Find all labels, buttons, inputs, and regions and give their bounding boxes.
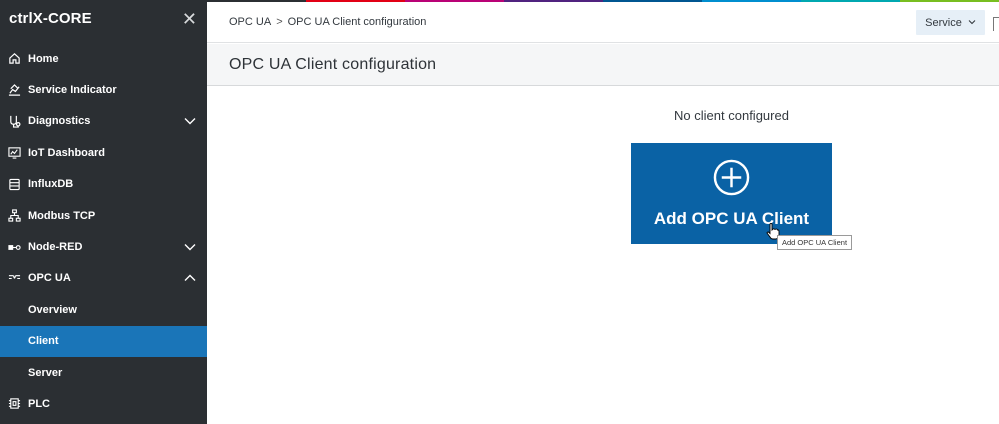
chevron-down-icon[interactable] bbox=[183, 114, 197, 128]
add-button-label: Add OPC UA Client bbox=[653, 209, 810, 228]
sidebar-item-influxdb[interactable]: InfluxDB bbox=[0, 169, 207, 200]
sidebar-item-label: Home bbox=[28, 52, 59, 65]
page-title-bar: OPC UA Client configuration bbox=[207, 44, 999, 86]
breadcrumb-item-opc-ua[interactable]: OPC UA bbox=[229, 16, 271, 28]
app-title: ctrlX-CORE bbox=[9, 10, 92, 27]
chevron-down-icon[interactable] bbox=[183, 240, 197, 254]
home-icon bbox=[7, 52, 21, 66]
diagnostics-icon bbox=[7, 114, 21, 128]
network-icon bbox=[7, 209, 21, 223]
breadcrumb: OPC UA > OPC UA Client configuration bbox=[229, 16, 426, 28]
sidebar-item-node-red[interactable]: Node-RED bbox=[0, 231, 207, 262]
sidebar-item-service-indicator[interactable]: Service Indicator bbox=[0, 74, 207, 105]
sidebar-item-label: Service Indicator bbox=[28, 84, 117, 97]
sidebar-item-home[interactable]: Home bbox=[0, 43, 207, 74]
sidebar-item-label: IoT Dashboard bbox=[28, 146, 106, 159]
sidebar-header: ctrlX-CORE ✕ bbox=[0, 0, 207, 37]
top-bar: OPC UA > OPC UA Client configuration Ser… bbox=[207, 2, 999, 43]
tooltip: Add OPC UA Client bbox=[777, 235, 853, 250]
breadcrumb-item-current: OPC UA Client configuration bbox=[287, 16, 427, 28]
sidebar-item-server[interactable]: Server bbox=[0, 357, 207, 388]
sidebar-item-diagnostics[interactable]: Diagnostics bbox=[0, 106, 207, 137]
plc-icon bbox=[7, 397, 21, 411]
service-button-label: Service bbox=[925, 16, 962, 29]
chevron-up-icon[interactable] bbox=[183, 271, 197, 285]
notification-icon[interactable] bbox=[993, 17, 999, 31]
opc-ua-icon bbox=[7, 271, 21, 285]
sidebar-item-overview[interactable]: Overview bbox=[0, 294, 207, 325]
sidebar-item-label: OPC UA bbox=[28, 272, 71, 285]
sidebar-item-label: Node-RED bbox=[28, 241, 83, 254]
page-title: OPC UA Client configuration bbox=[229, 55, 437, 73]
service-indicator-icon bbox=[7, 83, 21, 97]
breadcrumb-separator: > bbox=[276, 16, 283, 28]
sidebar: ctrlX-CORE ✕ Home Service Indicator Diag… bbox=[0, 0, 207, 424]
empty-state-message: No client configured bbox=[674, 108, 789, 123]
database-icon bbox=[7, 177, 21, 191]
sidebar-item-iot-dashboard[interactable]: IoT Dashboard bbox=[0, 137, 207, 168]
add-opc-ua-client-button[interactable]: Add OPC UA Client bbox=[631, 143, 832, 244]
sidebar-item-label: PLC bbox=[28, 397, 50, 410]
node-red-icon bbox=[7, 240, 21, 254]
sidebar-item-modbus-tcp[interactable]: Modbus TCP bbox=[0, 200, 207, 231]
sidebar-item-plc[interactable]: PLC bbox=[0, 388, 207, 419]
add-circle-icon bbox=[713, 159, 750, 196]
sidebar-item-label: InfluxDB bbox=[28, 178, 74, 191]
sidebar-item-label: Modbus TCP bbox=[28, 209, 96, 222]
sidebar-item-opc-ua[interactable]: OPC UA bbox=[0, 263, 207, 294]
close-icon[interactable]: ✕ bbox=[182, 10, 197, 28]
sidebar-item-label: Client bbox=[28, 335, 59, 348]
sidebar-item-label: Server bbox=[28, 366, 63, 379]
sidebar-nav: Home Service Indicator Diagnostics IoT D… bbox=[0, 43, 207, 420]
sidebar-item-client[interactable]: Client bbox=[0, 325, 207, 357]
sidebar-item-label: Diagnostics bbox=[28, 115, 91, 128]
service-menu-button[interactable]: Service bbox=[916, 10, 985, 35]
chevron-down-icon bbox=[968, 18, 976, 28]
sidebar-item-label: Overview bbox=[28, 303, 77, 316]
dashboard-icon bbox=[7, 146, 21, 160]
